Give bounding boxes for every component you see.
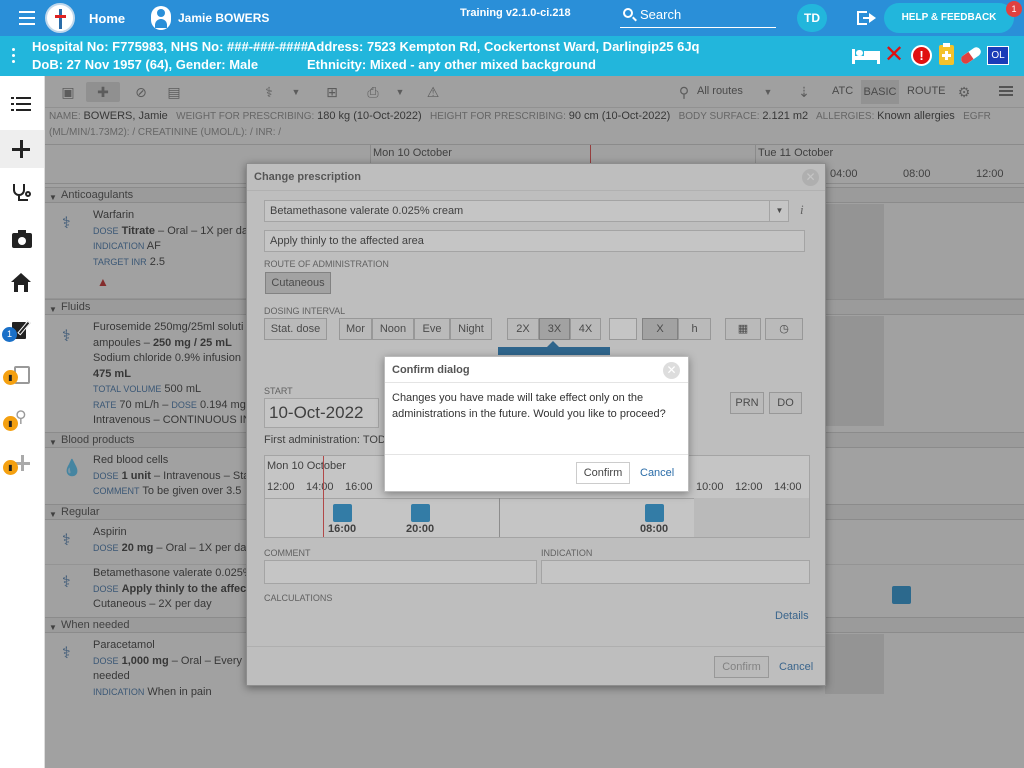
home-link[interactable]: Home (89, 11, 125, 26)
help-feedback-label: HELP & FEEDBACK (901, 12, 997, 23)
search-label: Search (640, 7, 682, 22)
bed-icon[interactable] (852, 46, 880, 64)
user-avatar[interactable]: TD (797, 4, 827, 32)
cross-alert-icon[interactable]: ✕ (884, 40, 904, 70)
home-icon[interactable] (10, 273, 32, 293)
nav-badge: 1 (2, 327, 17, 342)
left-nav: 1 ▮ ⚲ ▮ ▮ (0, 76, 45, 768)
address: Address: 7523 Kempton Rd, Cockertonst Wa… (307, 39, 700, 54)
app-logo[interactable] (45, 3, 75, 33)
list-icon[interactable] (11, 97, 31, 111)
search-field[interactable]: Search (620, 6, 776, 28)
confirm-button[interactable]: Confirm (576, 462, 630, 484)
hamburger-menu-icon[interactable] (19, 11, 35, 25)
ol-badge[interactable]: OL (987, 46, 1009, 65)
hospital-number: Hospital No: F775983, NHS No: ###-###-##… (32, 39, 308, 54)
confirm-dialog: Confirm dialog ✕ Changes you have made w… (384, 356, 689, 492)
confirm-dialog-footer: Confirm Cancel (385, 454, 688, 491)
alert-icon[interactable]: ! (911, 45, 932, 66)
ethnicity: Ethnicity: Mixed - any other mixed backg… (307, 57, 596, 72)
close-icon[interactable]: ✕ (663, 362, 680, 379)
dob-gender: DoB: 27 Nov 1957 (64), Gender: Male (32, 57, 259, 72)
cancel-button[interactable]: Cancel (640, 467, 674, 479)
kebab-menu-icon[interactable] (12, 48, 16, 64)
top-bar: Home Jamie BOWERS Training v2.1.0-ci.218… (0, 0, 1024, 36)
add-icon[interactable] (0, 130, 44, 168)
patient-name[interactable]: Jamie BOWERS (178, 11, 269, 25)
version-label: Training v2.1.0-ci.218 (460, 7, 571, 19)
lock-icon: ▮ (3, 460, 18, 475)
confirm-dialog-message: Changes you have made will take effect o… (392, 392, 666, 420)
camera-icon[interactable] (12, 230, 32, 248)
logout-icon[interactable] (857, 9, 877, 27)
help-badge: 1 (1006, 1, 1022, 17)
stethoscope-icon[interactable] (13, 184, 31, 204)
lock-icon: ▮ (3, 370, 18, 385)
lock-icon: ▮ (3, 416, 18, 431)
pill-icon[interactable] (959, 45, 983, 66)
clipboard-icon[interactable] (939, 43, 954, 65)
patient-avatar-icon (151, 6, 171, 30)
patient-banner: Hospital No: F775983, NHS No: ###-###-##… (0, 36, 1024, 76)
confirm-dialog-title: Confirm dialog (385, 357, 688, 383)
help-feedback-button[interactable]: HELP & FEEDBACK (884, 3, 1014, 33)
